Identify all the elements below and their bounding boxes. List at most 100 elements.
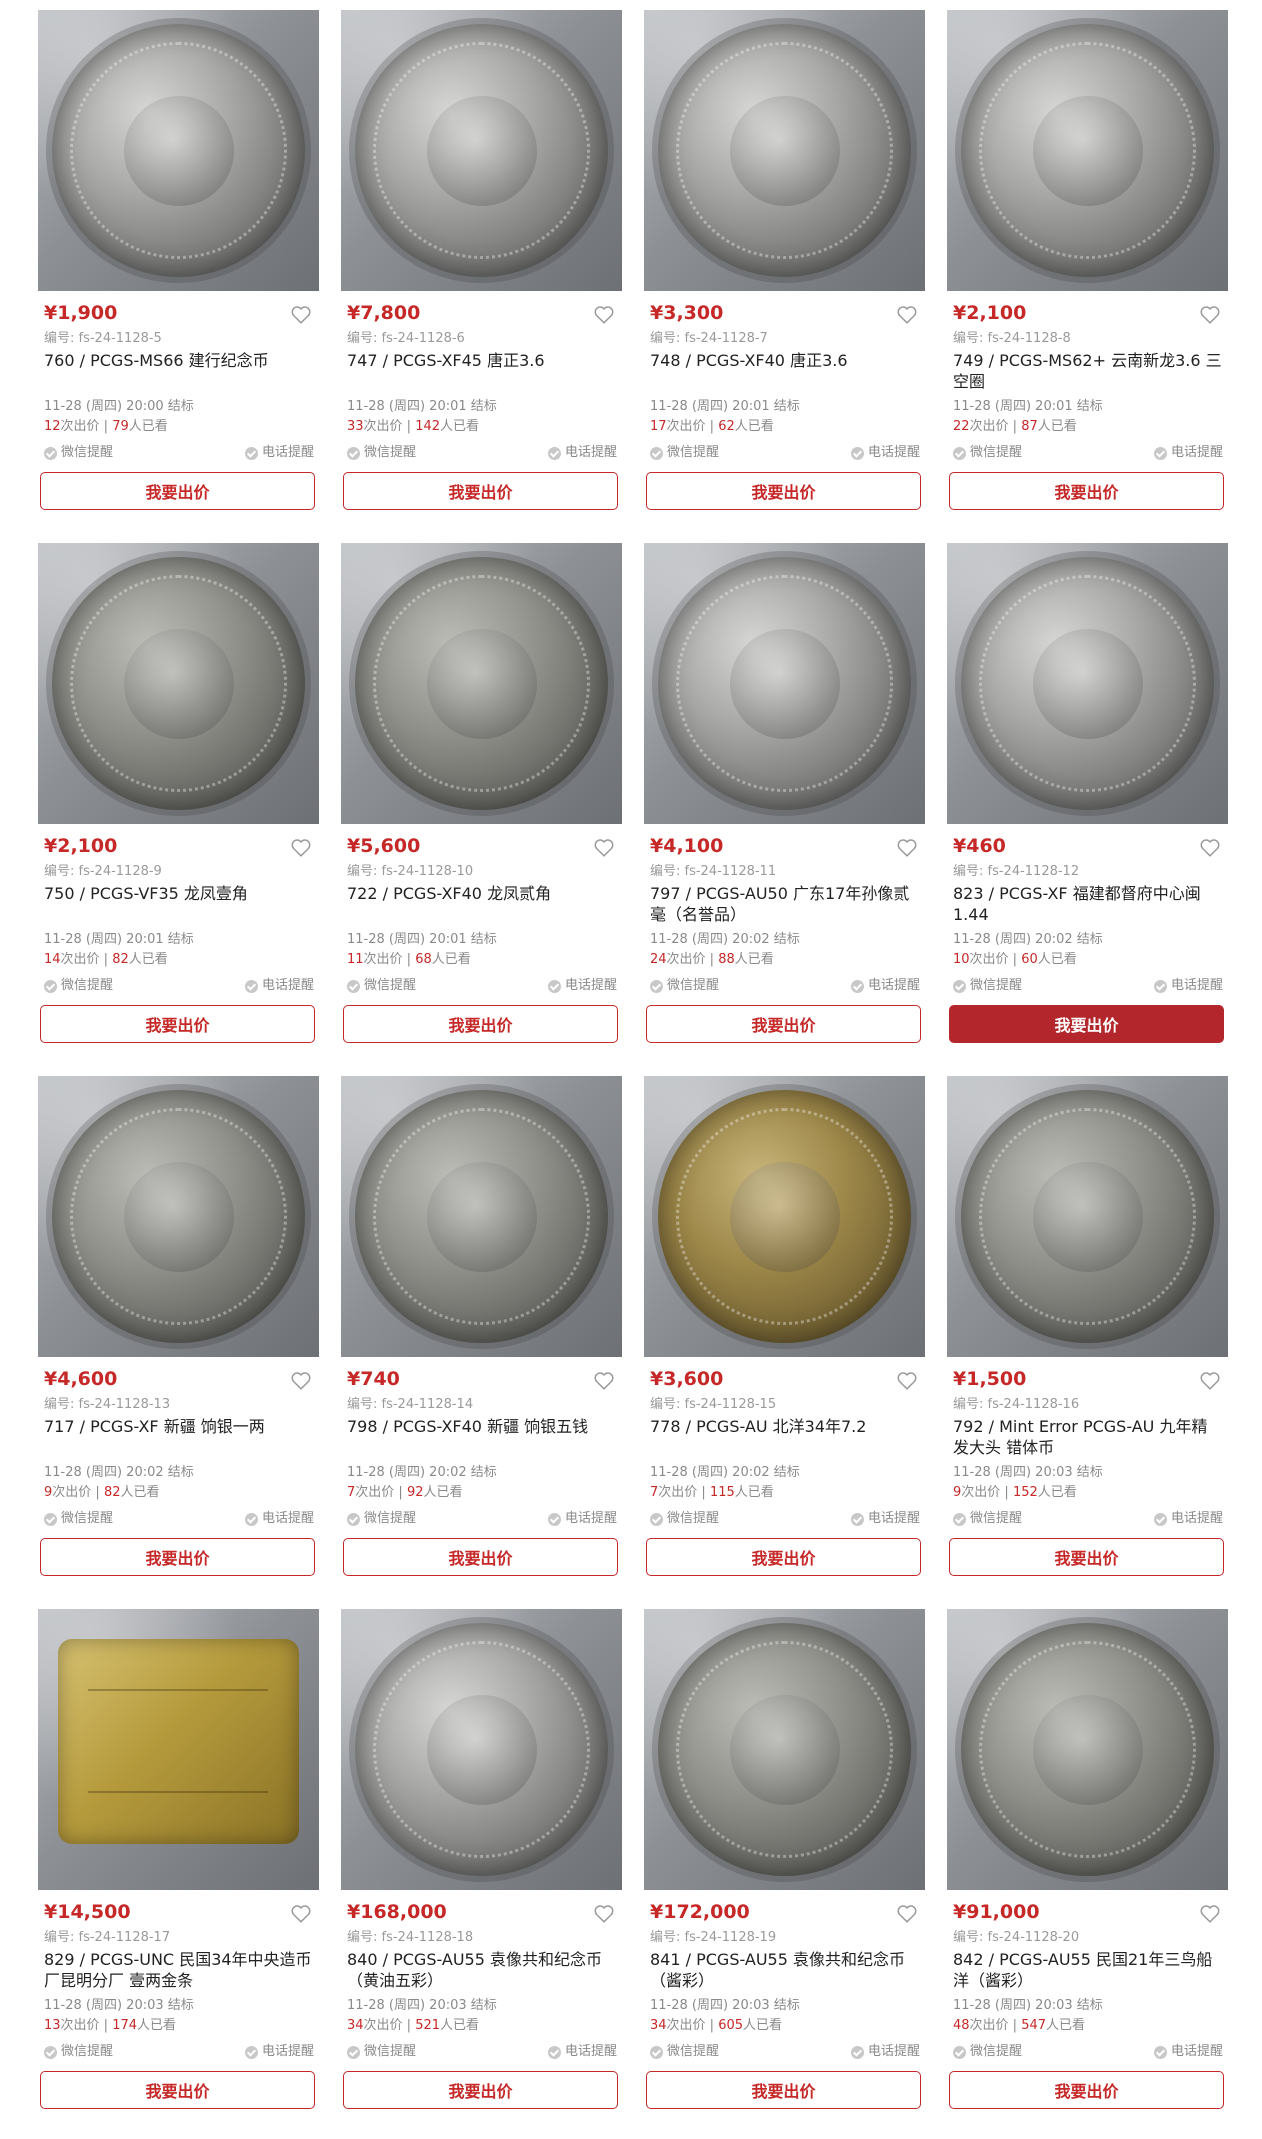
phone-reminder[interactable]: 电话提醒 [850, 2043, 920, 2061]
wechat-reminder[interactable]: 微信提醒 [44, 1510, 113, 1528]
bid-button[interactable]: 我要出价 [949, 2071, 1224, 2109]
bid-button[interactable]: 我要出价 [646, 1005, 921, 1043]
wechat-reminder[interactable]: 微信提醒 [44, 444, 113, 462]
phone-reminder[interactable]: 电话提醒 [547, 2043, 617, 2061]
bid-button[interactable]: 我要出价 [949, 1005, 1224, 1043]
bid-button[interactable]: 我要出价 [949, 472, 1224, 510]
favorite-heart-icon[interactable] [1199, 837, 1221, 859]
favorite-heart-icon[interactable] [593, 1370, 615, 1392]
favorite-heart-icon[interactable] [896, 1903, 918, 1925]
auction-item-card[interactable]: ¥3,300 编号: fs-24-1128-7 748 / PCGS-XF40 唐正… [644, 0, 925, 530]
wechat-reminder[interactable]: 微信提醒 [650, 2043, 719, 2061]
item-title[interactable]: 841 / PCGS-AU55 袁像共和纪念币（酱彩） [650, 1949, 920, 1991]
item-title[interactable]: 722 / PCGS-XF40 龙凤贰角 [347, 883, 617, 904]
item-thumbnail[interactable] [947, 10, 1228, 291]
phone-reminder[interactable]: 电话提醒 [244, 1510, 314, 1528]
favorite-heart-icon[interactable] [896, 1370, 918, 1392]
auction-item-card[interactable]: ¥172,000 编号: fs-24-1128-19 841 / PCGS-AU55… [644, 1599, 925, 2129]
item-thumbnail[interactable] [341, 1609, 622, 1890]
auction-item-card[interactable]: ¥4,100 编号: fs-24-1128-11 797 / PCGS-AU50 广… [644, 533, 925, 1063]
auction-item-card[interactable]: ¥1,500 编号: fs-24-1128-16 792 / Mint Error … [947, 1066, 1228, 1596]
wechat-reminder[interactable]: 微信提醒 [44, 2043, 113, 2061]
bid-button[interactable]: 我要出价 [343, 472, 618, 510]
item-title[interactable]: 829 / PCGS-UNC 民国34年中央造币厂昆明分厂 壹两金条 [44, 1949, 314, 1991]
auction-item-card[interactable]: ¥460 编号: fs-24-1128-12 823 / PCGS-XF 福建都督府… [947, 533, 1228, 1063]
favorite-heart-icon[interactable] [593, 304, 615, 326]
phone-reminder[interactable]: 电话提醒 [1153, 1510, 1223, 1528]
item-thumbnail[interactable] [38, 543, 319, 824]
wechat-reminder[interactable]: 微信提醒 [953, 2043, 1022, 2061]
wechat-reminder[interactable]: 微信提醒 [953, 444, 1022, 462]
favorite-heart-icon[interactable] [593, 1903, 615, 1925]
item-thumbnail[interactable] [947, 1609, 1228, 1890]
wechat-reminder[interactable]: 微信提醒 [650, 444, 719, 462]
bid-button[interactable]: 我要出价 [646, 1538, 921, 1576]
item-thumbnail[interactable] [341, 1076, 622, 1357]
bid-button[interactable]: 我要出价 [949, 1538, 1224, 1576]
wechat-reminder[interactable]: 微信提醒 [347, 977, 416, 995]
bid-button[interactable]: 我要出价 [343, 1538, 618, 1576]
wechat-reminder[interactable]: 微信提醒 [650, 977, 719, 995]
favorite-heart-icon[interactable] [896, 304, 918, 326]
item-title[interactable]: 750 / PCGS-VF35 龙凤壹角 [44, 883, 314, 904]
bid-button[interactable]: 我要出价 [343, 1005, 618, 1043]
wechat-reminder[interactable]: 微信提醒 [347, 1510, 416, 1528]
item-title[interactable]: 840 / PCGS-AU55 袁像共和纪念币（黄油五彩） [347, 1949, 617, 1991]
item-thumbnail[interactable] [644, 10, 925, 291]
item-title[interactable]: 717 / PCGS-XF 新疆 饷银一两 [44, 1416, 314, 1437]
auction-item-card[interactable]: ¥2,100 编号: fs-24-1128-9 750 / PCGS-VF35 龙凤… [38, 533, 319, 1063]
wechat-reminder[interactable]: 微信提醒 [347, 444, 416, 462]
wechat-reminder[interactable]: 微信提醒 [347, 2043, 416, 2061]
auction-item-card[interactable]: ¥740 编号: fs-24-1128-14 798 / PCGS-XF40 新疆 … [341, 1066, 622, 1596]
wechat-reminder[interactable]: 微信提醒 [953, 977, 1022, 995]
favorite-heart-icon[interactable] [290, 837, 312, 859]
auction-item-card[interactable]: ¥1,900 编号: fs-24-1128-5 760 / PCGS-MS66 建行… [38, 0, 319, 530]
favorite-heart-icon[interactable] [290, 304, 312, 326]
item-title[interactable]: 760 / PCGS-MS66 建行纪念币 [44, 350, 314, 371]
bid-button[interactable]: 我要出价 [40, 2071, 315, 2109]
favorite-heart-icon[interactable] [896, 837, 918, 859]
item-title[interactable]: 778 / PCGS-AU 北洋34年7.2 [650, 1416, 920, 1437]
favorite-heart-icon[interactable] [290, 1370, 312, 1392]
auction-item-card[interactable]: ¥14,500 编号: fs-24-1128-17 829 / PCGS-UNC 民… [38, 1599, 319, 2129]
wechat-reminder[interactable]: 微信提醒 [650, 1510, 719, 1528]
bid-button[interactable]: 我要出价 [646, 472, 921, 510]
favorite-heart-icon[interactable] [1199, 1370, 1221, 1392]
phone-reminder[interactable]: 电话提醒 [850, 1510, 920, 1528]
auction-item-card[interactable]: ¥4,600 编号: fs-24-1128-13 717 / PCGS-XF 新疆 … [38, 1066, 319, 1596]
item-thumbnail[interactable] [644, 1609, 925, 1890]
bid-button[interactable]: 我要出价 [40, 472, 315, 510]
bid-button[interactable]: 我要出价 [40, 1005, 315, 1043]
item-title[interactable]: 792 / Mint Error PCGS-AU 九年精发大头 错体币 [953, 1416, 1223, 1458]
wechat-reminder[interactable]: 微信提醒 [953, 1510, 1022, 1528]
phone-reminder[interactable]: 电话提醒 [1153, 977, 1223, 995]
phone-reminder[interactable]: 电话提醒 [1153, 444, 1223, 462]
item-thumbnail[interactable] [947, 1076, 1228, 1357]
auction-item-card[interactable]: ¥7,800 编号: fs-24-1128-6 747 / PCGS-XF45 唐正… [341, 0, 622, 530]
bid-button[interactable]: 我要出价 [646, 2071, 921, 2109]
item-thumbnail[interactable] [341, 10, 622, 291]
bid-button[interactable]: 我要出价 [343, 2071, 618, 2109]
phone-reminder[interactable]: 电话提醒 [244, 977, 314, 995]
favorite-heart-icon[interactable] [1199, 1903, 1221, 1925]
favorite-heart-icon[interactable] [593, 837, 615, 859]
phone-reminder[interactable]: 电话提醒 [244, 2043, 314, 2061]
item-thumbnail[interactable] [644, 1076, 925, 1357]
item-thumbnail[interactable] [38, 10, 319, 291]
auction-item-card[interactable]: ¥5,600 编号: fs-24-1128-10 722 / PCGS-XF40 龙… [341, 533, 622, 1063]
auction-item-card[interactable]: ¥3,600 编号: fs-24-1128-15 778 / PCGS-AU 北洋3… [644, 1066, 925, 1596]
item-title[interactable]: 842 / PCGS-AU55 民国21年三鸟船洋（酱彩） [953, 1949, 1223, 1991]
item-thumbnail[interactable] [947, 543, 1228, 824]
phone-reminder[interactable]: 电话提醒 [547, 1510, 617, 1528]
phone-reminder[interactable]: 电话提醒 [850, 977, 920, 995]
item-title[interactable]: 748 / PCGS-XF40 唐正3.6 [650, 350, 920, 371]
item-thumbnail[interactable] [341, 543, 622, 824]
auction-item-card[interactable]: ¥91,000 编号: fs-24-1128-20 842 / PCGS-AU55 … [947, 1599, 1228, 2129]
phone-reminder[interactable]: 电话提醒 [547, 977, 617, 995]
phone-reminder[interactable]: 电话提醒 [1153, 2043, 1223, 2061]
item-title[interactable]: 823 / PCGS-XF 福建都督府中心闽1.44 [953, 883, 1223, 925]
item-title[interactable]: 797 / PCGS-AU50 广东17年孙像贰毫（名誉品） [650, 883, 920, 925]
item-thumbnail[interactable] [644, 543, 925, 824]
auction-item-card[interactable]: ¥2,100 编号: fs-24-1128-8 749 / PCGS-MS62+ 云… [947, 0, 1228, 530]
bid-button[interactable]: 我要出价 [40, 1538, 315, 1576]
